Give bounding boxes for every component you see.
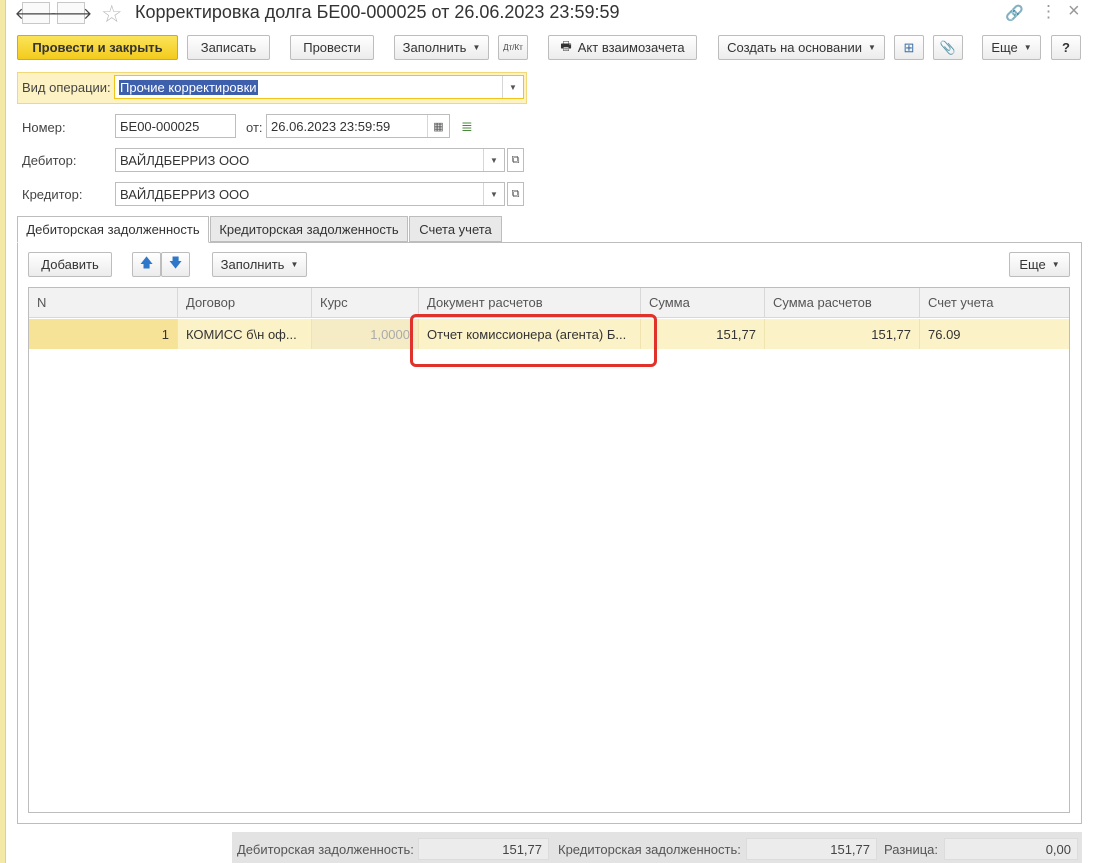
note-check-icon[interactable]: ≣ [461,118,473,135]
hierarchy-icon: ⊞ [903,39,915,55]
cell-account[interactable]: 76.09 [920,319,1069,349]
credit-total-label: Кредиторская задолженность: [558,842,741,857]
help-button[interactable]: ? [1051,35,1081,60]
window-edge [0,0,6,863]
debtor-open-button[interactable]: ⧉ [507,148,524,172]
add-row-button[interactable]: Добавить [28,252,112,277]
back-button[interactable]: 🡐 [15,2,57,24]
move-up-button[interactable]: 🡅 [132,252,161,277]
date-from-label: от: [246,120,263,135]
debtor-label: Дебитор: [22,153,77,168]
save-button[interactable]: Записать [187,35,270,60]
debit-total-value: 151,77 [418,838,549,860]
chevron-down-icon: ▼ [1051,260,1060,269]
open-window-icon: ⧉ [511,187,520,200]
number-label: Номер: [22,120,66,135]
creditor-label: Кредитор: [22,187,83,202]
fill-dropdown-button[interactable]: Заполнить ▼ [394,35,489,60]
chevron-down-icon[interactable]: ▼ [483,183,504,205]
creditor-field[interactable]: ВАЙЛДБЕРРИЗ ООО ▼ [115,182,505,206]
tab-debit[interactable]: Дебиторская задолженность [17,216,209,243]
post-button[interactable]: Провести [290,35,374,60]
operation-select[interactable]: Прочие корректировки ▼ [114,75,524,99]
arrow-down-icon: 🡇 [168,254,183,270]
dt-kt-icon: Дт/Кт [503,42,523,52]
tab-credit[interactable]: Кредиторская задолженность [210,216,408,242]
column-header-n[interactable]: N [29,288,178,318]
creditor-open-button[interactable]: ⧉ [507,182,524,206]
difference-label: Разница: [884,842,939,857]
debtor-field[interactable]: ВАЙЛДБЕРРИЗ ООО ▼ [115,148,505,172]
debit-total-label: Дебиторская задолженность: [237,842,414,857]
cell-contract[interactable]: КОМИСС б\н оф... [178,319,312,349]
chevron-down-icon[interactable]: ▼ [502,76,523,98]
cell-sum[interactable]: 151,77 [641,319,765,349]
arrow-right-icon: 🡒 [49,5,93,23]
structure-button[interactable]: ⊞ [894,35,924,60]
column-header-rate[interactable]: Курс [312,288,419,318]
table-more-button[interactable]: Еще ▼ [1009,252,1070,277]
column-header-sum[interactable]: Сумма [641,288,765,318]
column-header-settle-sum[interactable]: Сумма расчетов [765,288,920,318]
page-title: Корректировка долга БЕ00-000025 от 26.06… [135,2,620,22]
number-field[interactable]: БЕ00-000025 [115,114,236,138]
calendar-icon[interactable]: ▦ [427,115,449,137]
more-actions-icon[interactable]: ⋮ [1040,2,1057,22]
arrow-up-icon: 🡅 [139,254,154,270]
link-icon[interactable]: 🔗 [1005,4,1024,22]
tab-accounts[interactable]: Счета учета [409,216,502,242]
move-down-button[interactable]: 🡇 [161,252,190,277]
cell-rate[interactable]: 1,0000 [312,319,419,349]
printer-icon: 🖶 [560,39,572,53]
act-button[interactable]: 🖶 Акт взаимозачета [548,35,697,60]
cell-settle-sum[interactable]: 151,77 [765,319,920,349]
open-window-icon: ⧉ [511,153,520,166]
annotation-highlight [410,314,657,367]
table-fill-button[interactable]: Заполнить ▼ [212,252,307,277]
difference-value: 0,00 [944,838,1078,860]
attach-button[interactable]: 📎 [933,35,963,60]
forward-button[interactable]: 🡒 [50,2,92,24]
paperclip-icon: 📎 [939,39,957,55]
favorite-star-icon[interactable]: ☆ [101,0,123,29]
more-button[interactable]: Еще ▼ [982,35,1041,60]
chevron-down-icon: ▼ [1023,43,1032,52]
post-and-close-button[interactable]: Провести и закрыть [17,35,178,60]
operation-label: Вид операции: [22,80,111,95]
chevron-down-icon: ▼ [867,43,876,52]
cell-n[interactable]: 1 [29,319,178,349]
chevron-down-icon[interactable]: ▼ [483,149,504,171]
column-header-contract[interactable]: Договор [178,288,312,318]
column-header-account[interactable]: Счет учета [920,288,1069,318]
chevron-down-icon: ▼ [290,260,299,269]
dt-kt-button[interactable]: Дт/Кт [498,35,528,60]
create-based-on-button[interactable]: Создать на основании ▼ [718,35,885,60]
credit-total-value: 151,77 [746,838,877,860]
date-field[interactable]: 26.06.2023 23:59:59 ▦ [266,114,450,138]
close-icon[interactable]: × [1068,0,1080,23]
chevron-down-icon: ▼ [472,43,481,52]
